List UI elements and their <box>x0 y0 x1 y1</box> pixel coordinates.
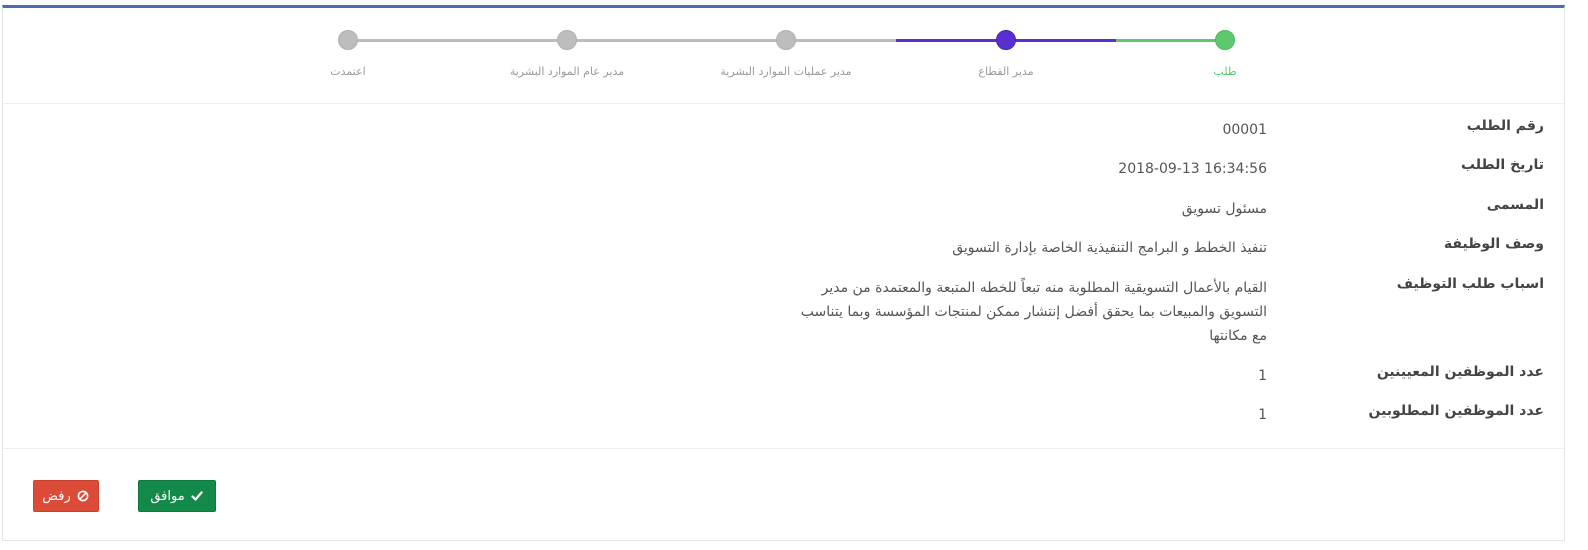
approve-label: موافق <box>150 488 185 504</box>
detail-value: 2018-09-13 16:34:56 <box>747 157 1267 181</box>
detail-label: المسمى <box>1486 197 1544 213</box>
detail-appointed-count: عدد الموظفين المعيينين 1 <box>4 364 1544 388</box>
detail-required-count: عدد الموظفين المطلوبين 1 <box>4 403 1544 427</box>
step-dot-request <box>1215 30 1235 50</box>
step-label-approved: اعتمدت <box>330 65 366 78</box>
detail-value: 1 <box>1258 407 1267 423</box>
divider-top <box>3 103 1564 104</box>
reject-label: رفض <box>42 488 71 504</box>
step-dot-approved <box>338 30 358 50</box>
detail-label: تاريخ الطلب <box>1460 157 1544 173</box>
reject-button[interactable]: رفض <box>33 480 99 512</box>
detail-request-date: تاريخ الطلب 2018-09-13 16:34:56 <box>4 157 1544 181</box>
detail-value: 1 <box>1258 368 1267 384</box>
step-dot-hr-operations-manager <box>776 30 796 50</box>
check-icon <box>190 489 204 503</box>
step-label-request: طلب <box>1213 65 1237 78</box>
step-dot-hr-general-manager <box>557 30 577 50</box>
stepper-line-done <box>1116 39 1226 42</box>
detail-value: القيام بالأعمال التسويقية المطلوبة منه ت… <box>800 280 1267 344</box>
step-dot-sector-manager <box>996 30 1016 50</box>
approval-stepper: طلب مدير القطاع مدير عمليات الموارد البش… <box>3 8 1564 101</box>
detail-value: تنفيذ الخطط و البرامج التنفيذية الخاصة ب… <box>952 240 1267 256</box>
detail-value: 00001 <box>1222 122 1267 138</box>
detail-hiring-reasons: اسباب طلب التوظيف القيام بالأعمال التسوي… <box>4 276 1544 352</box>
detail-title: المسمى مسئول تسويق <box>4 197 1544 221</box>
request-panel: طلب مدير القطاع مدير عمليات الموارد البش… <box>2 5 1565 541</box>
ban-icon <box>76 489 90 503</box>
stepper-line-pending <box>348 39 896 42</box>
divider-bottom <box>3 448 1564 449</box>
detail-label: رقم الطلب <box>1466 118 1544 134</box>
step-label-hr-operations-manager: مدير عمليات الموارد البشرية <box>720 65 852 78</box>
detail-label: عدد الموظفين المعيينين <box>1376 364 1544 380</box>
request-date-text: 2018-09-13 16:34:56 <box>1118 161 1267 177</box>
detail-label: عدد الموظفين المطلوبين <box>1368 403 1544 419</box>
approve-button[interactable]: موافق <box>138 480 216 512</box>
detail-job-description: وصف الوظيفة تنفيذ الخطط و البرامج التنفي… <box>4 236 1544 260</box>
detail-value: مسئول تسويق <box>1181 201 1267 217</box>
detail-request-number: رقم الطلب 00001 <box>4 118 1544 142</box>
step-label-sector-manager: مدير القطاع <box>978 65 1034 78</box>
detail-label: اسباب طلب التوظيف <box>1396 276 1544 292</box>
step-label-hr-general-manager: مدير عام الموارد البشرية <box>509 65 625 78</box>
detail-label: وصف الوظيفة <box>1443 236 1544 252</box>
